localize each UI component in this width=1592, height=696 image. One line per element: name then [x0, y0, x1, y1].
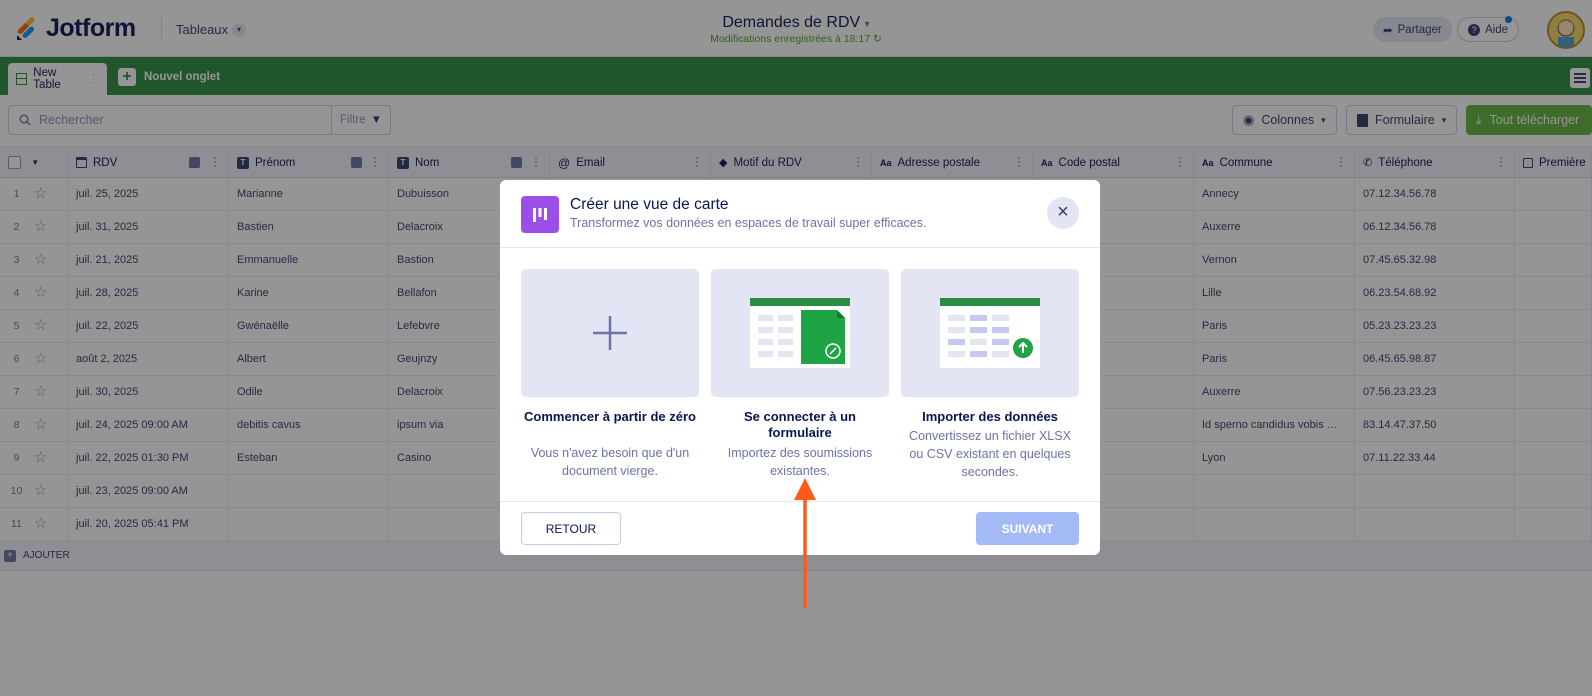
option-card-connect-form[interactable] [711, 269, 889, 397]
close-icon: × [1057, 201, 1069, 223]
option-title: Importer des données [922, 409, 1058, 424]
option-description: Importez des soumissions existantes. [727, 446, 873, 478]
board-icon [533, 207, 547, 222]
dialog-subtitle: Transformez vos données en espaces de tr… [570, 216, 927, 230]
sheet-form-icon [750, 298, 850, 368]
option-description: Convertissez un fichier XLSX ou CSV exis… [909, 429, 1071, 479]
option-title: Commencer à partir de zéro [524, 409, 696, 424]
option-description: Vous n'avez besoin que d'un document vie… [530, 446, 690, 478]
close-button[interactable]: × [1047, 197, 1079, 229]
option-card-scratch[interactable] [521, 269, 699, 397]
card-view-icon [521, 196, 559, 233]
option-title: Se connecter à un formulaire [744, 409, 856, 440]
plus-icon [593, 316, 627, 350]
back-button[interactable]: RETOUR [521, 512, 621, 545]
divider [500, 247, 1100, 248]
option-card-import[interactable] [901, 269, 1079, 397]
import-sheet-icon [940, 298, 1040, 368]
next-button[interactable]: SUIVANT [976, 512, 1079, 545]
dialog-title: Créer une vue de carte [570, 196, 729, 213]
annotation-arrow-icon [794, 478, 816, 608]
